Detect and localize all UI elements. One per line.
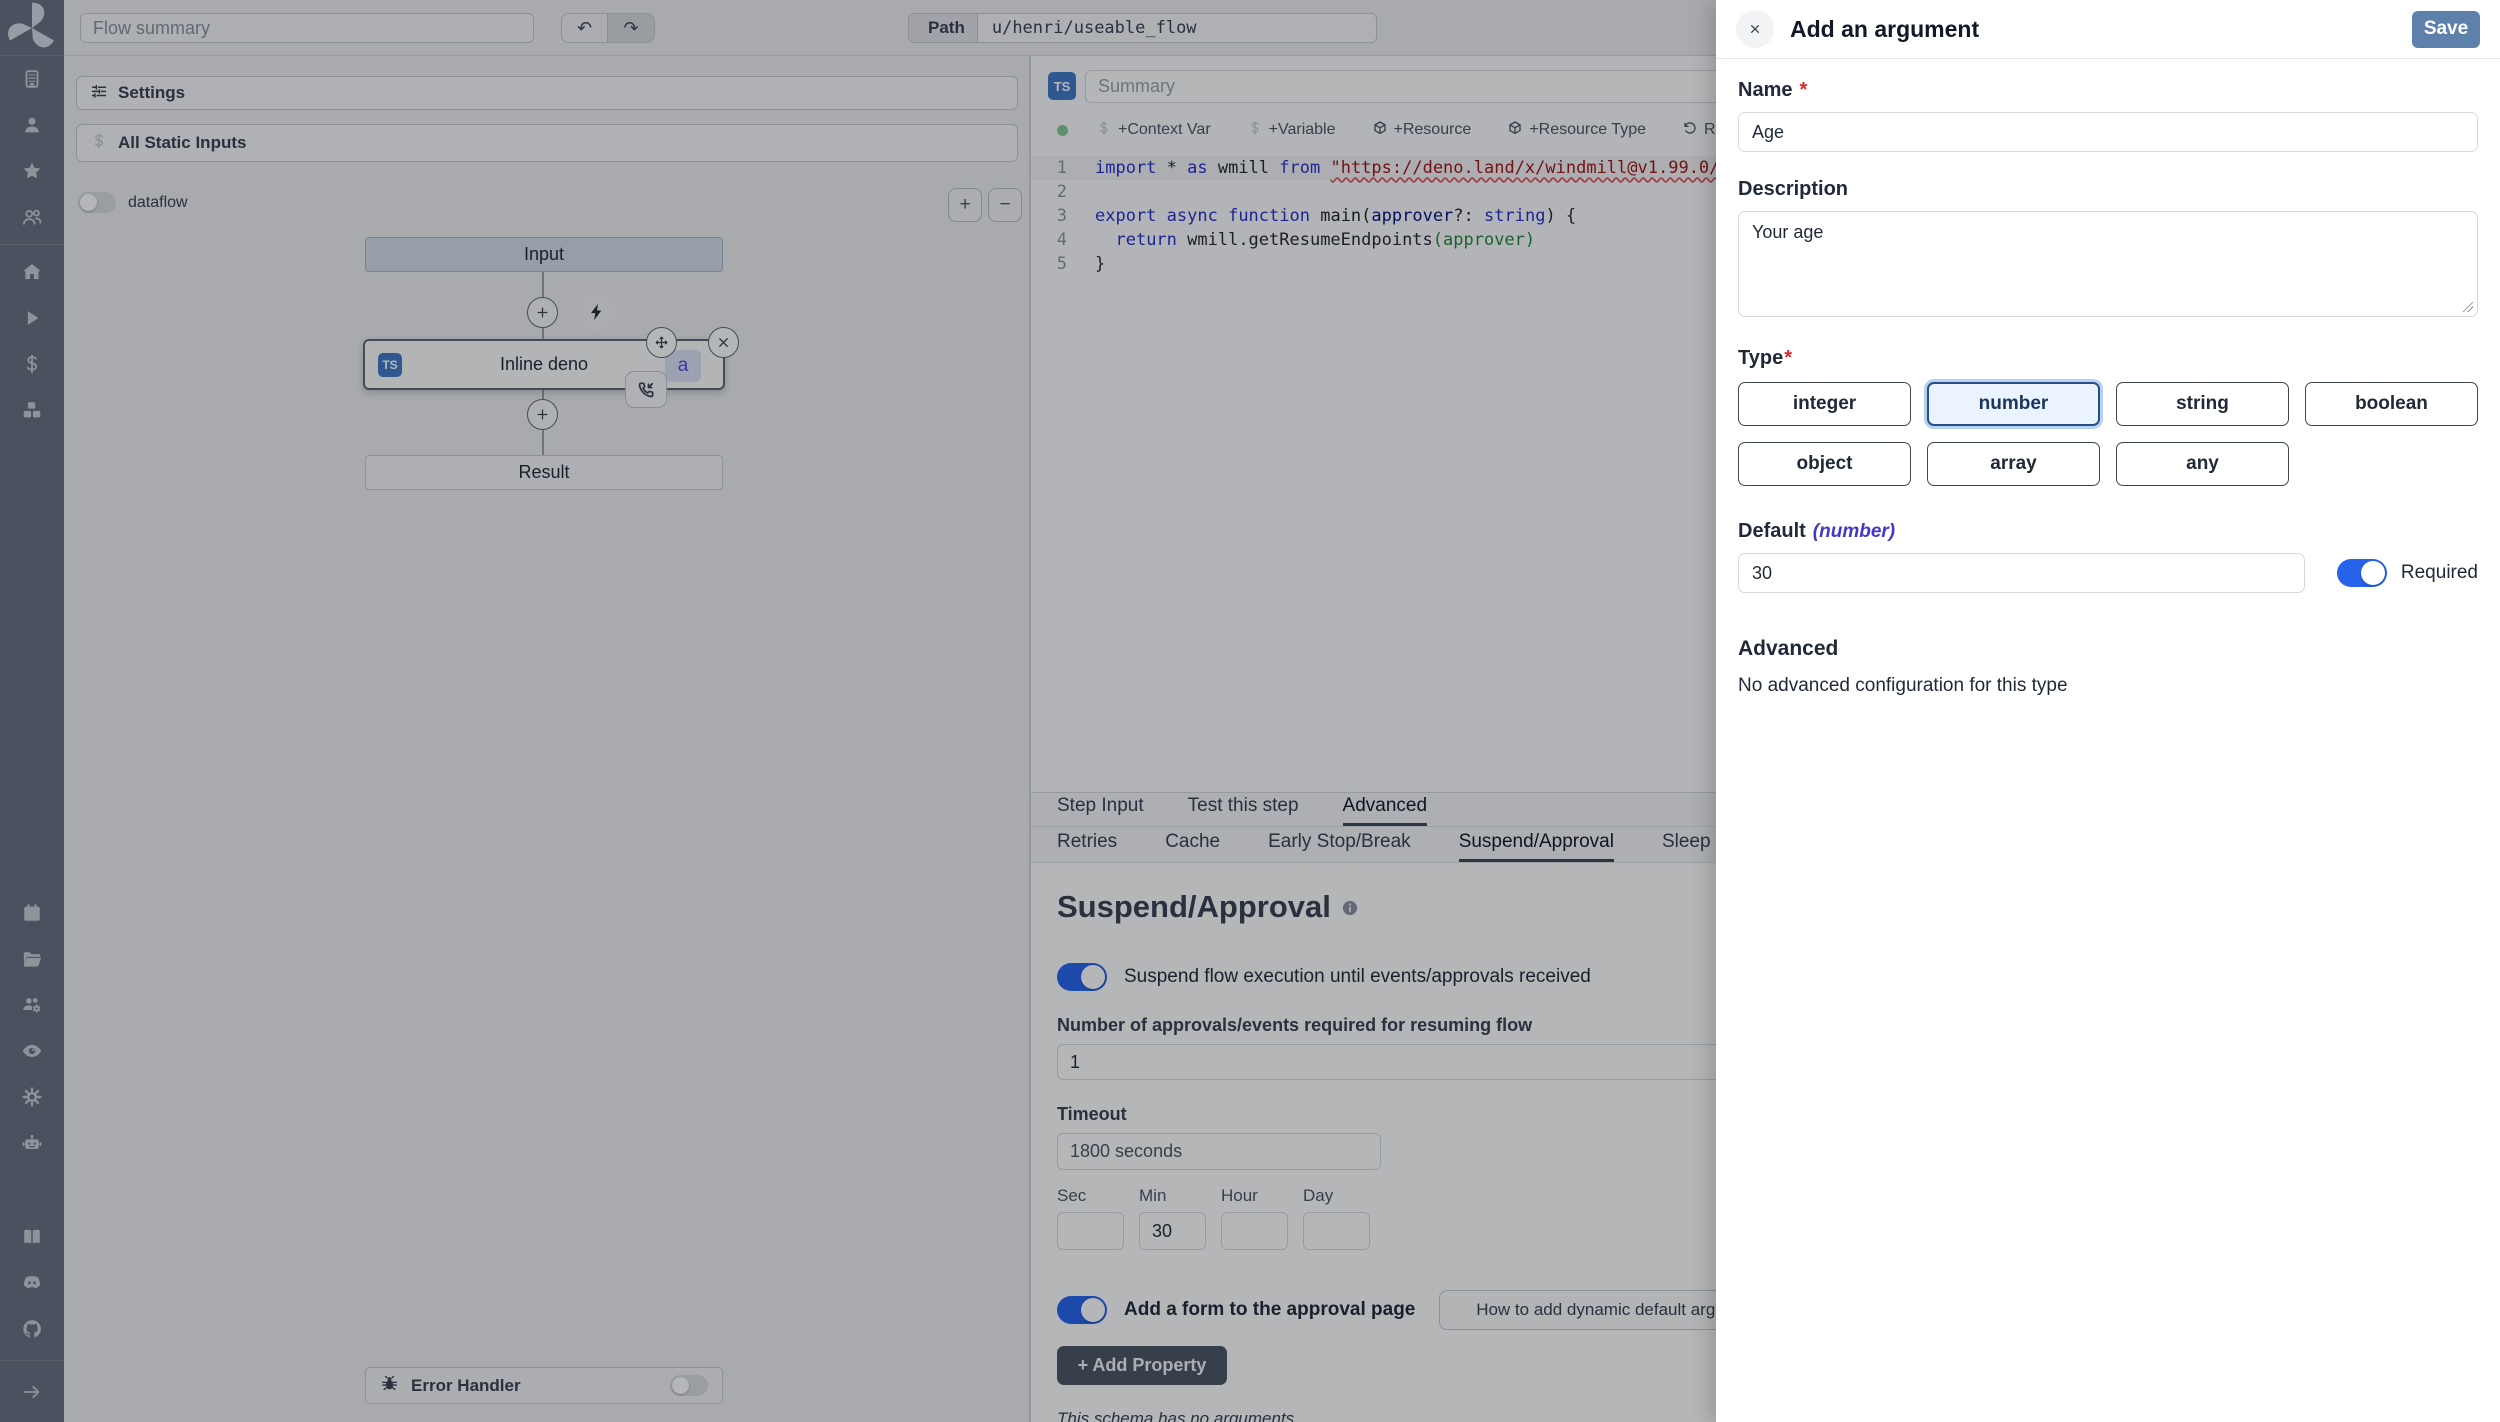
drawer-title: Add an argument <box>1790 16 2396 43</box>
default-label: Default (number) <box>1738 520 2478 543</box>
add-argument-drawer: Add an argument Save Name * Age Descript… <box>1716 0 2500 1422</box>
type-button-boolean[interactable]: boolean <box>2305 382 2478 426</box>
advanced-heading: Advanced <box>1738 637 2478 661</box>
description-textarea[interactable]: Your age <box>1738 211 2478 317</box>
default-type-hint: (number) <box>1813 521 1895 543</box>
windmill-flow-editor: ↶ ↷ Path u/henri/useable_flow Settings A… <box>0 0 2500 1422</box>
type-button-number[interactable]: number <box>1927 382 2100 426</box>
type-button-string[interactable]: string <box>2116 382 2289 426</box>
advanced-note: No advanced configuration for this type <box>1738 675 2478 697</box>
type-button-object[interactable]: object <box>1738 442 1911 486</box>
type-button-any[interactable]: any <box>2116 442 2289 486</box>
required-label: Required <box>2401 562 2478 584</box>
type-label: Type * <box>1738 347 2478 370</box>
default-value-input[interactable]: 30 <box>1738 553 2305 593</box>
description-label: Description <box>1738 178 2478 201</box>
name-input[interactable]: Age <box>1738 112 2478 152</box>
name-label: Name * <box>1738 79 2478 102</box>
resize-grip[interactable] <box>2461 300 2473 312</box>
close-drawer-button[interactable] <box>1736 10 1774 48</box>
type-button-array[interactable]: array <box>1927 442 2100 486</box>
save-button[interactable]: Save <box>2412 11 2480 48</box>
required-toggle[interactable] <box>2337 559 2387 587</box>
type-button-integer[interactable]: integer <box>1738 382 1911 426</box>
